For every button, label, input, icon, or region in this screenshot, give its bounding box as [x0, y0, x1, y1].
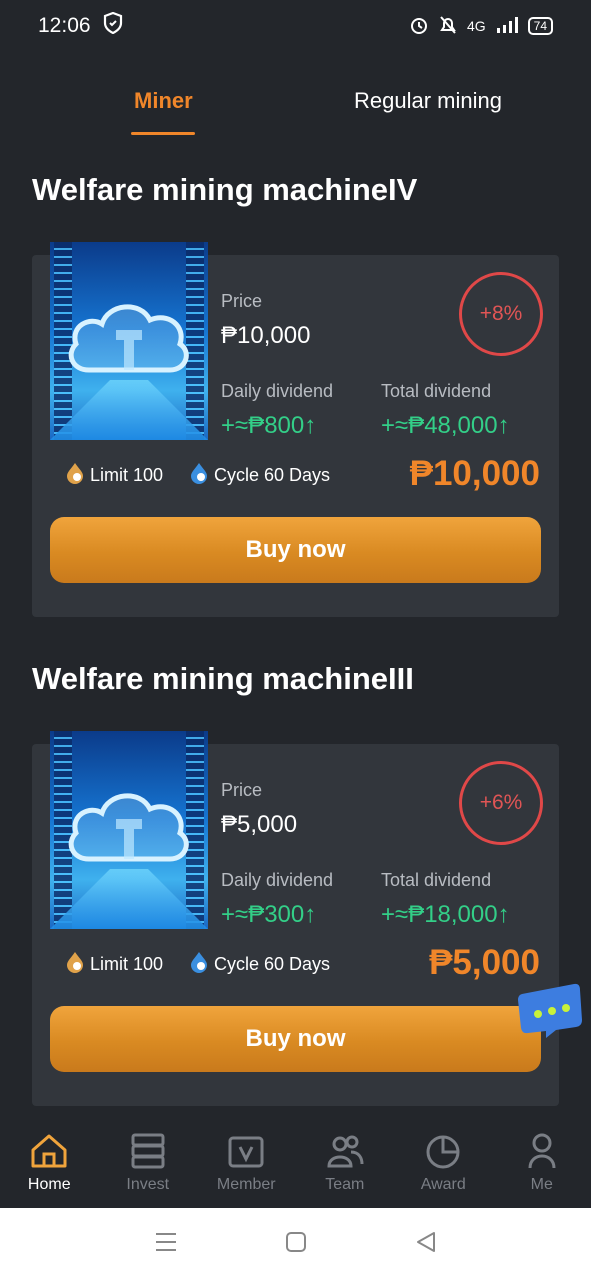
- arrow-up-icon: ↑: [497, 412, 510, 439]
- big-price: ₱10,000: [409, 454, 540, 493]
- return-percent-badge: +8%: [459, 272, 543, 356]
- nav-label: Invest: [126, 1176, 170, 1193]
- home-icon: [31, 1134, 67, 1168]
- price-value: ₱10,000: [221, 322, 311, 349]
- back-icon[interactable]: [415, 1231, 437, 1258]
- daily-dividend-label: Daily dividend: [221, 870, 334, 890]
- limit-text: Limit 100: [90, 465, 164, 485]
- price-value: ₱5,000: [221, 811, 298, 838]
- shield-icon: [103, 11, 123, 40]
- daily-dividend-label: Daily dividend: [221, 381, 334, 401]
- limit-info: Limit 100: [64, 462, 163, 489]
- drop-clock-icon: [188, 951, 210, 978]
- nav-label: Member: [216, 1176, 276, 1193]
- member-icon: [228, 1136, 264, 1168]
- cycle-info: Cycle 60 Days: [188, 462, 330, 489]
- home-square-icon[interactable]: [285, 1231, 307, 1258]
- user-icon: [528, 1133, 556, 1169]
- nav-label: Award: [420, 1176, 466, 1193]
- buy-now-button[interactable]: Buy now: [50, 1006, 541, 1072]
- total-dividend-label: Total dividend: [381, 870, 492, 890]
- nav-me[interactable]: Me: [493, 1120, 591, 1208]
- drop-clock-icon: [188, 462, 210, 489]
- mining-machine-image: [50, 242, 208, 440]
- chat-icon[interactable]: [516, 980, 584, 1040]
- total-dividend-value: +≈₱18,000↑: [381, 901, 510, 928]
- product-card: Price ₱5,000 +6% Daily dividend +≈₱300↑ …: [32, 731, 559, 1106]
- cycle-text: Cycle 60 Days: [214, 465, 331, 485]
- price-label: Price: [221, 291, 263, 311]
- nav-invest[interactable]: Invest: [99, 1120, 198, 1208]
- cycle-info: Cycle 60 Days: [188, 951, 330, 978]
- status-bar: 12:06 4G 74: [0, 0, 591, 52]
- system-nav-bar: [0, 1208, 591, 1280]
- daily-dividend-value: +≈₱800↑: [221, 412, 317, 439]
- tab-bar: Miner Regular mining: [0, 80, 591, 140]
- product-card: Price ₱10,000 +8% Daily dividend +≈₱800↑…: [32, 242, 559, 617]
- network-type: 4G: [466, 18, 486, 34]
- bottom-navigation: Home Invest Member Team Award Me: [0, 1120, 591, 1208]
- status-time: 12:06: [38, 14, 91, 37]
- pie-chart-icon: [426, 1135, 460, 1169]
- mining-machine-image: [50, 731, 208, 929]
- product-title: Welfare mining machineIV: [32, 172, 418, 207]
- nav-label: Home: [27, 1176, 71, 1193]
- total-dividend-label: Total dividend: [381, 381, 492, 401]
- team-icon: [327, 1135, 364, 1168]
- tab-miner[interactable]: Miner: [134, 88, 193, 114]
- tab-regular-mining[interactable]: Regular mining: [354, 88, 502, 114]
- tab-active-indicator: [131, 132, 195, 135]
- limit-text: Limit 100: [90, 954, 164, 974]
- product-title: Welfare mining machineIII: [32, 661, 414, 696]
- bell-muted-icon: [439, 15, 457, 38]
- daily-dividend-value: +≈₱300↑: [221, 901, 317, 928]
- return-percent-badge: +6%: [459, 761, 543, 845]
- nav-award[interactable]: Award: [394, 1120, 493, 1208]
- menu-icon[interactable]: [154, 1231, 178, 1258]
- buy-now-button[interactable]: Buy now: [50, 517, 541, 583]
- server-icon: [131, 1133, 165, 1169]
- total-dividend-value: +≈₱48,000↑: [381, 412, 510, 439]
- limit-info: Limit 100: [64, 951, 163, 978]
- nav-home[interactable]: Home: [0, 1120, 99, 1208]
- arrow-up-icon: ↑: [497, 901, 510, 928]
- drop-clock-icon: [64, 462, 86, 489]
- nav-label: Me: [530, 1176, 553, 1193]
- cycle-text: Cycle 60 Days: [214, 954, 331, 974]
- nav-member[interactable]: Member: [197, 1120, 296, 1208]
- battery-icon: 74: [527, 17, 553, 35]
- nav-label: Team: [325, 1176, 365, 1193]
- signal-icon: [496, 16, 518, 36]
- price-label: Price: [221, 780, 263, 800]
- drop-clock-icon: [64, 951, 86, 978]
- arrow-up-icon: ↑: [304, 412, 317, 439]
- nav-team[interactable]: Team: [296, 1120, 395, 1208]
- arrow-up-icon: ↑: [304, 901, 317, 928]
- big-price: ₱5,000: [429, 943, 540, 982]
- alarm-icon: [409, 15, 429, 38]
